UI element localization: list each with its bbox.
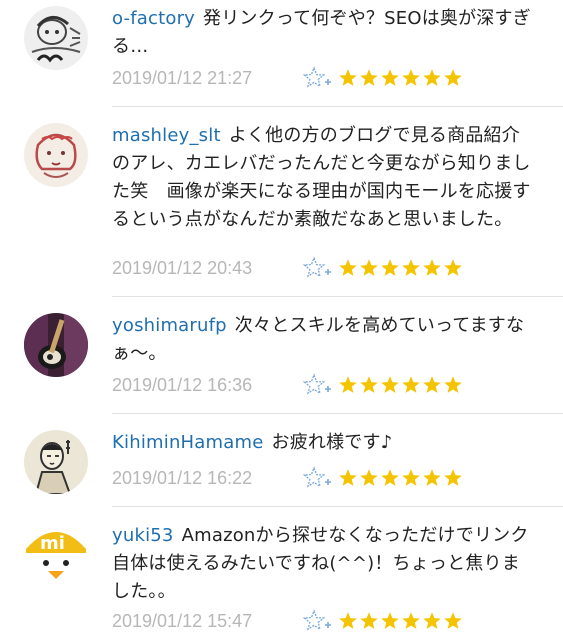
star-icon[interactable] xyxy=(359,611,379,631)
sketch-portrait-icon[interactable] xyxy=(24,6,88,70)
add-star-button[interactable] xyxy=(302,373,336,397)
star-icon[interactable] xyxy=(380,258,400,278)
star-icon[interactable] xyxy=(338,375,358,395)
star-icon[interactable] xyxy=(422,68,442,88)
comment-username[interactable]: yuki53 xyxy=(112,525,174,546)
add-star-icon[interactable] xyxy=(302,373,336,397)
comment-timestamp[interactable]: 2019/01/12 15:47 xyxy=(112,611,302,632)
star-icon[interactable] xyxy=(422,611,442,631)
mi-chick-icon[interactable]: mi xyxy=(24,523,88,587)
star-list xyxy=(338,375,463,395)
star-icon[interactable] xyxy=(380,468,400,488)
star-icon[interactable] xyxy=(380,611,400,631)
add-star-icon[interactable] xyxy=(302,609,336,633)
comment-username[interactable]: yoshimarufp xyxy=(112,315,227,336)
comment-separator xyxy=(112,506,563,507)
add-star-button[interactable] xyxy=(302,466,336,490)
comment-meta: 2019/01/12 16:36 xyxy=(112,371,463,399)
star-icon[interactable] xyxy=(443,258,463,278)
ukiyoe-figure-icon[interactable] xyxy=(24,430,88,494)
star-icon[interactable] xyxy=(359,468,379,488)
star-icon[interactable] xyxy=(380,68,400,88)
svg-text:mi: mi xyxy=(40,533,65,554)
comment-meta: 2019/01/12 21:27 xyxy=(112,64,463,92)
star-icon[interactable] xyxy=(401,68,421,88)
comment-body: o-factory 発リンクって何ぞや？SEOは奥が深すぎる… xyxy=(112,5,533,61)
comment-text: Amazonから探せなくなっただけでリンク自体は使えるみたいですね(^^)！ちょ… xyxy=(112,525,529,602)
add-star-icon[interactable] xyxy=(302,66,336,90)
comment-timestamp[interactable]: 2019/01/12 21:27 xyxy=(112,68,302,89)
star-icon[interactable] xyxy=(443,611,463,631)
star-icon[interactable] xyxy=(422,258,442,278)
comment-username[interactable]: o-factory xyxy=(112,8,195,29)
star-icon[interactable] xyxy=(401,611,421,631)
star-icon[interactable] xyxy=(422,468,442,488)
star-icon[interactable] xyxy=(338,68,358,88)
comment-timestamp[interactable]: 2019/01/12 20:43 xyxy=(112,258,302,279)
comment-text: お疲れ様です♪ xyxy=(271,432,393,453)
comment-body: yoshimarufp 次々とスキルを高めていってますなぁ〜。 xyxy=(112,312,533,368)
add-star-button[interactable] xyxy=(302,609,336,633)
comment-separator xyxy=(112,413,563,414)
drawn-face-icon[interactable] xyxy=(24,123,88,187)
comment-meta: 2019/01/12 20:43 xyxy=(112,254,463,282)
star-icon[interactable] xyxy=(401,375,421,395)
star-icon[interactable] xyxy=(359,68,379,88)
comment-body: mashley_slt よく他の方のブログで見る商品紹介のアレ、カエレバだったんだ… xyxy=(112,122,533,234)
comment-meta: 2019/01/12 16:22 xyxy=(112,464,463,492)
star-list xyxy=(338,258,463,278)
add-star-button[interactable] xyxy=(302,256,336,280)
comment-username[interactable]: KihiminHamame xyxy=(112,432,264,453)
star-icon[interactable] xyxy=(338,258,358,278)
comment-username[interactable]: mashley_slt xyxy=(112,125,221,146)
star-icon[interactable] xyxy=(359,258,379,278)
star-icon[interactable] xyxy=(443,68,463,88)
comment-meta: 2019/01/12 15:47 xyxy=(112,607,463,635)
star-icon[interactable] xyxy=(443,375,463,395)
star-icon[interactable] xyxy=(401,258,421,278)
comment-body: yuki53 Amazonから探せなくなっただけでリンク自体は使えるみたいですね(… xyxy=(112,522,533,606)
star-icon[interactable] xyxy=(338,611,358,631)
star-icon[interactable] xyxy=(380,375,400,395)
add-star-icon[interactable] xyxy=(302,466,336,490)
star-list xyxy=(338,611,463,631)
comment-separator xyxy=(112,296,563,297)
star-icon[interactable] xyxy=(443,468,463,488)
star-comment-list: o-factory 発リンクって何ぞや？SEOは奥が深すぎる… 2019/01/1… xyxy=(0,0,563,640)
comment-timestamp[interactable]: 2019/01/12 16:36 xyxy=(112,375,302,396)
comment-separator xyxy=(112,106,563,107)
star-icon[interactable] xyxy=(338,468,358,488)
comment-timestamp[interactable]: 2019/01/12 16:22 xyxy=(112,468,302,489)
add-star-button[interactable] xyxy=(302,66,336,90)
star-icon[interactable] xyxy=(359,375,379,395)
guitar-photo-icon[interactable] xyxy=(24,313,88,377)
add-star-icon[interactable] xyxy=(302,256,336,280)
star-icon[interactable] xyxy=(422,375,442,395)
comment-body: KihiminHamame お疲れ様です♪ xyxy=(112,429,533,457)
star-icon[interactable] xyxy=(401,468,421,488)
star-list xyxy=(338,68,463,88)
star-list xyxy=(338,468,463,488)
